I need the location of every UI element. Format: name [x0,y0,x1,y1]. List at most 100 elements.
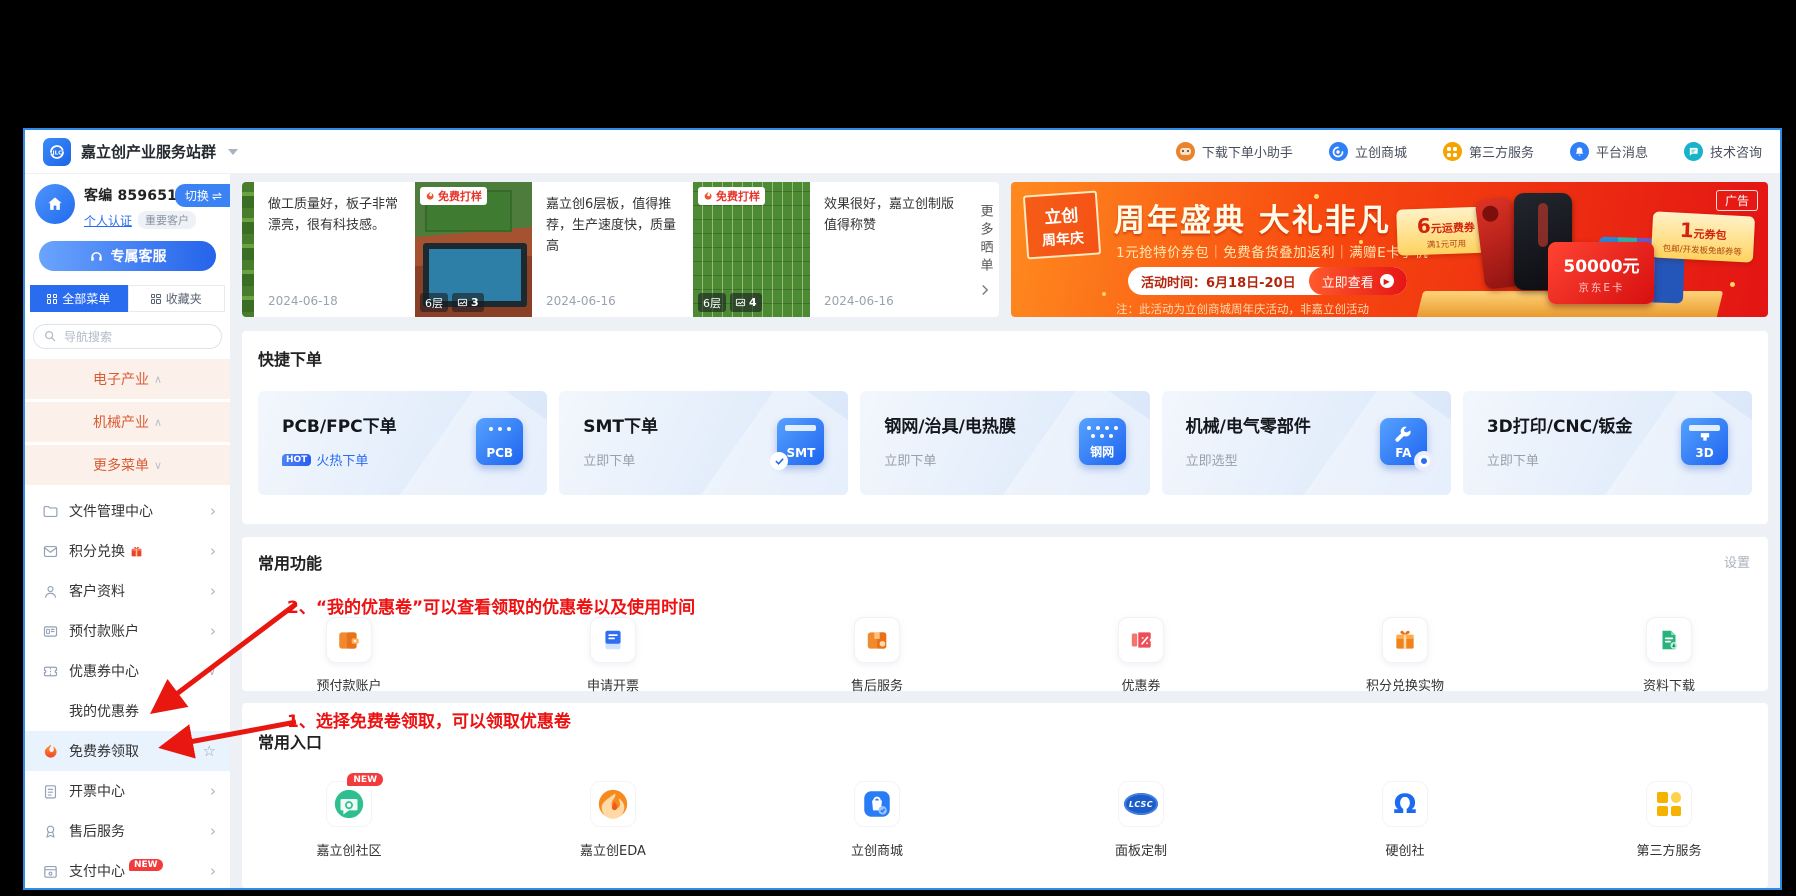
download-doc-icon [1662,630,1678,650]
layers-chip: 6层 [420,293,448,312]
nav-lcsc-mall[interactable]: 立创商城 [1328,142,1407,161]
anniversary-banner[interactable]: 立创 周年庆 周年盛典 大礼非凡 1元抢特价券包｜免费备货叠加返利｜满赠E卡手机… [1011,182,1768,317]
photo-count-chip: 3 [452,293,484,312]
more-reviews-button[interactable]: 更多晒单 [971,182,999,317]
new-badge: NEW [129,859,163,871]
function-points-gifts[interactable]: 积分兑换实物 [1350,605,1460,694]
menu-points-exchange[interactable]: 积分兑换 › [25,531,230,571]
menu-aftersale-service[interactable]: 售后服务 › [25,811,230,851]
smt-icon: SMT [770,418,825,470]
gift-box-icon [1396,630,1414,649]
ad-label: 广告 [1715,190,1758,211]
entry-lcsc-mall[interactable]: 立创商城 [822,768,932,859]
nav-tech-support[interactable]: 技术咨询 [1683,142,1762,161]
coupon-ticket-icon [1131,632,1151,648]
star-icon[interactable]: ☆ [203,742,216,760]
menu-free-coupon-claim[interactable]: 免费券领取 ☆ [25,731,230,771]
chevron-right-icon [982,284,989,295]
quick-card-smt[interactable]: SMT下单 立即下单 SMT [559,391,849,495]
eda-flame-icon [598,789,628,819]
review-item[interactable]: 嘉立创6层板，值得推荐，生产速度快，质量高 2024-06-16 [532,182,693,317]
payment-icon [41,862,59,880]
function-coupons[interactable]: 优惠券 [1086,605,1196,694]
menu-invoice-center[interactable]: 开票中心 › [25,771,230,811]
quick-card-fa[interactable]: 机械/电气零部件 立即选型 FA [1161,391,1451,495]
dedicated-service-button[interactable]: 专属客服 [39,241,216,271]
invoice-icon [41,782,59,800]
settings-link[interactable]: 设置 [1724,552,1750,571]
function-downloads[interactable]: 资料下载 [1614,605,1724,694]
section-electronics[interactable]: 电子产业 ∧ [25,359,230,399]
menu-my-coupons[interactable]: 我的优惠券 [25,691,230,731]
review-photo-peek [242,182,254,317]
folder-icon [41,502,59,520]
lcsc-logo: LCSC [1124,793,1158,815]
quick-card-stencil[interactable]: 钢网/治具/电热膜 立即下单 钢网 [860,391,1150,495]
menu-payment-center[interactable]: 支付中心 NEW › [25,851,230,888]
quick-card-3d[interactable]: 3D打印/CNC/钣金 立即下单 3D [1462,391,1753,495]
brand-title: 嘉立创产业服务站群 [81,143,217,161]
function-prepaid-account[interactable]: 预付款账户 [294,605,404,694]
parcel-icon [867,632,887,649]
caret-up-icon: ∧ [153,372,163,386]
review-item[interactable]: 做工质量好，板子非常漂亮，很有科技感。 2024-06-18 [254,182,415,317]
home-avatar-icon[interactable] [35,184,75,224]
flame-icon [704,191,712,200]
prepay-card-icon [41,622,59,640]
function-aftersale[interactable]: 售后服务 [822,605,932,694]
svg-text:JLC: JLC [52,150,63,156]
review-text: 效果很好，嘉立创制版值得称赞 [824,197,955,233]
brand[interactable]: JLC 嘉立创产业服务站群 [43,137,239,166]
tab-favorites[interactable]: 收藏夹 [127,285,225,312]
review-item[interactable]: 效果很好，嘉立创制版值得称赞 2024-06-16 [810,182,971,317]
anniversary-badge: 立创 周年庆 [1022,190,1102,260]
app-window: JLC 嘉立创产业服务站群 下载下单小助手 立创商城 第三方服务 平台消息 技术… [23,128,1782,890]
review-date: 2024-06-16 [546,294,616,308]
jlc-logo-icon: JLC [43,137,71,166]
banner-note: 注：此活动为立创商城周年庆活动，非嘉立创活动 [1116,302,1369,316]
menu-prepaid-account[interactable]: 预付款账户 › [25,611,230,651]
assistant-mascot-icon [1175,142,1195,161]
nav-platform-message[interactable]: 平台消息 [1569,142,1648,161]
switch-account-button[interactable]: 切换 ⇌ [174,184,230,207]
arrow-right-icon: ▶ [1379,274,1394,288]
nav-download-assistant[interactable]: 下载下单小助手 [1175,142,1293,161]
section-more-menu[interactable]: 更多菜单 ∨ [25,445,230,485]
entry-jlc-community[interactable]: NEW 嘉立创社区 [294,768,404,859]
review-photo[interactable]: 免费打样 6层 4 [693,182,810,317]
common-entries-title: 常用入口 [258,733,323,752]
section-mechanical[interactable]: 机械产业 ∧ [25,402,230,442]
entry-panel-custom[interactable]: LCSC 面板定制 [1086,768,1196,859]
bell-icon [1569,142,1589,161]
review-text: 嘉立创6层板，值得推荐，生产速度快，质量高 [546,197,677,254]
app-header: JLC 嘉立创产业服务站群 下载下单小助手 立创商城 第三方服务 平台消息 技术… [25,130,1780,174]
entry-jlc-eda[interactable]: 嘉立创EDA [558,768,668,859]
quick-card-pcb[interactable]: PCB/FPC下单 HOT 火热下单 PCB [258,391,548,495]
hardware-club-icon: Ω [1393,788,1417,820]
hot-badge: HOT [282,453,312,466]
view-now-button[interactable]: 立即查看 ▶ [1308,267,1407,295]
entry-third-party[interactable]: 第三方服务 [1614,768,1724,859]
personal-auth-link[interactable]: 个人认证 [84,212,132,229]
banner-title: 周年盛典 大礼非凡 [1114,203,1391,239]
free-sample-label: 免费打样 [438,190,482,203]
tab-all-menu[interactable]: 全部菜单 [30,285,128,312]
review-photo[interactable]: 免费打样 6层 3 [415,182,532,317]
coupon-icon [41,662,59,680]
points-icon [41,542,59,560]
menu-coupon-center[interactable]: 优惠券中心 ∨ [25,651,230,691]
review-date: 2024-06-18 [268,294,338,308]
menu-file-management[interactable]: 文件管理中心 › [25,491,230,531]
menu-customer-profile[interactable]: 客户资料 › [25,571,230,611]
search-input[interactable] [33,324,222,349]
caret-up-icon: ∧ [153,415,163,429]
nav-third-party[interactable]: 第三方服务 [1442,142,1534,161]
banner-subtitle: 1元抢特价券包｜免费备货叠加返利｜满赠E卡手机 [1116,245,1429,261]
chevron-right-icon: › [210,542,216,560]
entry-hardware-club[interactable]: Ω 硬创社 [1350,768,1460,859]
printer-3d-icon: 3D [1681,418,1729,465]
layers-chip: 6层 [698,293,726,312]
function-apply-invoice[interactable]: 申请开票 [558,605,668,694]
third-party-grid-icon [1442,142,1462,161]
activity-time: 活动时间：6月18日-20日 [1141,275,1296,291]
